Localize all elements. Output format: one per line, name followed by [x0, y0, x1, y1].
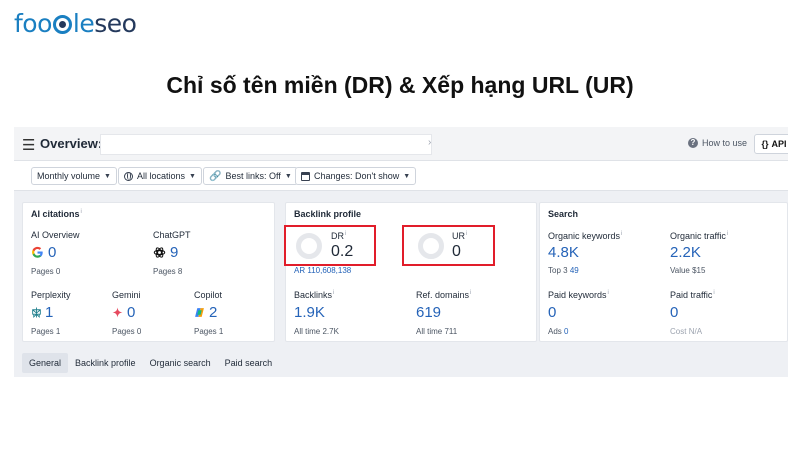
locations-label: All locations — [137, 171, 186, 181]
paid-traffic-cost: Cost N/A — [670, 327, 703, 336]
organic-keywords-label: Organic keywordsi — [548, 231, 623, 241]
volume-dropdown[interactable]: Monthly volume ▼ — [31, 167, 117, 185]
link-icon: 🔗 — [209, 170, 222, 182]
globe-icon — [124, 171, 133, 181]
locations-dropdown[interactable]: All locations ▼ — [118, 167, 202, 185]
changes-dropdown[interactable]: Changes: Don't show ▼ — [295, 167, 417, 185]
search-title: Search — [548, 209, 579, 219]
chevron-down-icon: ▼ — [104, 172, 111, 180]
copilot-label: Copilot — [194, 290, 223, 300]
perplexity-pages: Pages 1 — [31, 327, 61, 336]
ar-value[interactable]: AR 110,608,138 — [294, 266, 351, 275]
organic-traffic-label: Organic traffici — [670, 231, 729, 241]
tab-paid-search[interactable]: Paid search — [218, 353, 280, 373]
backlink-profile-title: Backlink profile — [294, 209, 362, 219]
chevron-down-icon: ▼ — [403, 172, 411, 180]
perplexity-icon — [32, 307, 41, 318]
chevron-right-icon: › — [428, 137, 432, 148]
copilot-value[interactable]: 2 — [209, 304, 217, 321]
ref-domains-all-time: All time 711 — [416, 327, 458, 336]
chevron-down-icon: ▼ — [284, 172, 292, 180]
backlinks-label: Backlinksi — [294, 290, 335, 300]
gemini-value[interactable]: 0 — [127, 304, 135, 321]
paid-keywords-value[interactable]: 0 — [548, 304, 556, 321]
brand-logo: foo leseo — [14, 8, 137, 38]
code-braces-icon: {} — [761, 139, 769, 149]
help-icon: ? — [688, 138, 698, 148]
ai-overview-pages: Pages 0 — [31, 267, 61, 276]
tab-organic-search[interactable]: Organic search — [143, 353, 218, 373]
copilot-pages: Pages 1 — [194, 327, 224, 336]
ref-domains-value[interactable]: 619 — [416, 304, 441, 321]
ai-citations-card: AI citationsi AI Overview 0 Pages 0 Chat… — [22, 202, 275, 342]
gemini-label: Gemini — [112, 290, 141, 300]
app-screenshot: ☰ Overview: ta › ?How to use {}API Month… — [14, 127, 788, 377]
ur-highlight-box — [402, 225, 495, 266]
filter-bar: Monthly volume ▼ All locations ▼ 🔗 Best lin… — [14, 161, 788, 191]
perplexity-value[interactable]: 1 — [45, 304, 53, 321]
volume-label: Monthly volume — [37, 171, 101, 181]
section-tabs: General Backlink profile Organic search … — [22, 351, 279, 375]
paid-traffic-label: Paid traffici — [670, 290, 715, 300]
hamburger-icon[interactable]: ☰ — [22, 136, 35, 154]
backlinks-value[interactable]: 1.9K — [294, 304, 325, 321]
paid-traffic-value[interactable]: 0 — [670, 304, 678, 321]
organic-traffic-value-usd: Value $15 — [670, 266, 706, 275]
google-icon — [32, 246, 43, 258]
how-to-use-label: How to use — [702, 138, 748, 148]
page-headline: Chỉ số tên miền (DR) & Xếp hạng URL (UR) — [166, 72, 634, 98]
calendar-icon — [301, 171, 310, 181]
api-label: API — [771, 139, 787, 149]
chevron-down-icon: ▼ — [189, 172, 196, 180]
backlinks-all-time: All time 2.7K — [294, 327, 339, 336]
paid-keywords-ads: Ads 0 — [548, 327, 569, 336]
perplexity-label: Perplexity — [31, 290, 71, 300]
organic-traffic-value[interactable]: 2.2K — [670, 244, 701, 261]
tab-general[interactable]: General — [22, 353, 69, 373]
backlink-profile-card: Backlink profile DRi 0.2 AR 110,608,138 … — [284, 202, 537, 342]
paid-keywords-label: Paid keywordsi — [548, 290, 609, 300]
target-redaction — [100, 134, 432, 155]
changes-label: Changes: Don't show — [314, 171, 400, 181]
ai-overview-value[interactable]: 0 — [48, 244, 56, 261]
ref-domains-label: Ref. domainsi — [416, 290, 472, 300]
tab-backlink-profile[interactable]: Backlink profile — [68, 353, 143, 373]
api-button[interactable]: {} API — [754, 134, 788, 154]
logo-lens-icon — [52, 14, 72, 34]
chatgpt-icon — [153, 247, 166, 258]
how-to-use-link[interactable]: ? How to use — [688, 138, 747, 148]
copilot-icon — [195, 308, 204, 317]
app-topbar: ☰ Overview: ta › ?How to use {}API — [14, 127, 788, 161]
gemini-pages: Pages 0 — [112, 327, 142, 336]
organic-keywords-value[interactable]: 4.8K — [548, 244, 579, 261]
dr-highlight-box — [284, 225, 376, 266]
search-card: Search Organic keywordsi 4.8K Top 3 49 O… — [539, 202, 788, 342]
ai-overview-label: AI Overview — [31, 230, 80, 240]
best-links-dropdown[interactable]: 🔗 Best links: Off ▼ — [203, 167, 298, 185]
gemini-icon — [112, 307, 123, 318]
chatgpt-value[interactable]: 9 — [170, 244, 178, 261]
chatgpt-label: ChatGPT — [153, 230, 191, 240]
organic-keywords-top3: Top 3 49 — [548, 266, 579, 275]
logo-wordmark: foo leseo — [14, 8, 137, 38]
ai-citations-title: AI citationsi — [31, 209, 82, 219]
chatgpt-pages: Pages 8 — [153, 267, 183, 276]
best-links-label: Best links: Off — [225, 171, 281, 181]
